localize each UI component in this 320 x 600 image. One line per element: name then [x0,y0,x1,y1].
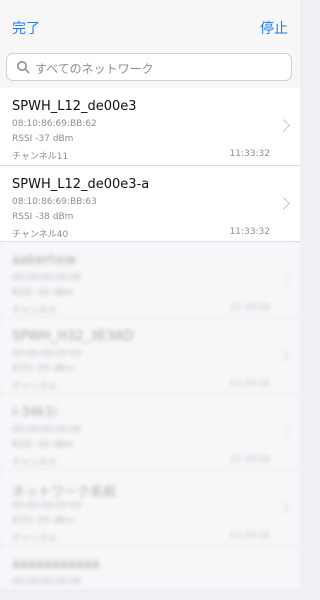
search-placeholder: すべてのネットワーク [35,62,154,76]
network-row-blurred[interactable]: aaberhew 00:00:00:00:00 RSSI -00 dBm チャン… [0,242,300,318]
done-button[interactable]: 完了 [12,18,40,38]
network-channel: チャンネル11 [12,152,69,162]
stop-button[interactable]: 停止 [260,18,288,38]
network-row-blurred[interactable]: SPWH_H32_3E3AD 00:00:00:00:00 RSSI -00 d… [0,318,300,394]
network-rssi: RSSI -00 dBm [12,364,74,374]
network-mac: 00:00:00:00:00 [12,425,82,435]
network-row[interactable]: SPWH_L12_de00e3 08:10:86:69:BB:62 RSSI -… [0,88,300,166]
network-mac: 00:00:00:00:00 [12,577,82,587]
network-rssi: RSSI -37 dBm [12,134,74,144]
chevron-right-icon [277,349,290,362]
network-time: 11:33:32 [229,455,270,465]
chevron-right-icon [277,273,290,286]
network-mac: 00:00:00:00:00 [12,273,82,283]
chevron-right-icon [277,119,290,132]
network-ssid: SPWH_L12_de00e3-a [12,177,150,192]
network-time: 11:33:32 [229,149,270,159]
chevron-right-icon [277,425,290,438]
network-rssi: RSSI -00 dBm [12,516,74,526]
network-row-blurred[interactable]: r-34k1i 00:00:00:00:00 RSSI -00 dBm チャンネ… [0,394,300,470]
network-row-blurred[interactable]: aaaaaaaaaaa 00:00:00:00:00 [0,546,300,591]
network-time: 11:33:32 [229,531,270,541]
network-time: 11:33:32 [229,303,270,313]
network-rssi: RSSI -38 dBm [12,212,74,222]
search-input[interactable]: すべてのネットワーク [6,53,292,81]
network-row[interactable]: SPWH_L12_de00e3-a 08:10:86:69:BB:63 RSSI… [0,166,300,242]
network-mac: 08:10:86:69:BB:62 [12,119,97,129]
network-ssid: ネットワーク名前 [12,485,117,500]
network-row-blurred[interactable]: ネットワーク名前 00:00:00:00:00 RSSI -00 dBm チャン… [0,470,300,546]
network-channel: チャンネル [12,458,57,468]
network-ssid: SPWH_L12_de00e3 [12,99,137,114]
network-ssid: SPWH_H32_3E3AD [12,329,134,344]
network-rssi: RSSI -00 dBm [12,288,74,298]
network-channel: チャンネル40 [12,230,69,240]
network-mac: 08:10:86:69:BB:63 [12,197,97,207]
network-channel: チャンネル [12,382,57,392]
network-channel: チャンネル [12,534,57,544]
network-channel: チャンネル [12,306,57,316]
network-list: SPWH_L12_de00e3 08:10:86:69:BB:62 RSSI -… [0,88,300,591]
network-mac: 00:00:00:00:00 [12,501,82,511]
network-mac: 00:00:00:00:00 [12,349,82,359]
network-ssid: aaberhew [12,253,77,268]
navigation-bar: 完了 停止 [0,0,300,50]
chevron-right-icon [277,197,290,210]
network-ssid: aaaaaaaaaaa [12,557,100,572]
search-bar: すべてのネットワーク [0,50,300,88]
network-time: 11:33:32 [229,227,270,237]
network-time: 11:33:32 [229,379,270,389]
search-icon [17,61,30,74]
chevron-right-icon [277,501,290,514]
network-ssid: r-34k1i [12,405,58,420]
network-rssi: RSSI -00 dBm [12,440,74,450]
